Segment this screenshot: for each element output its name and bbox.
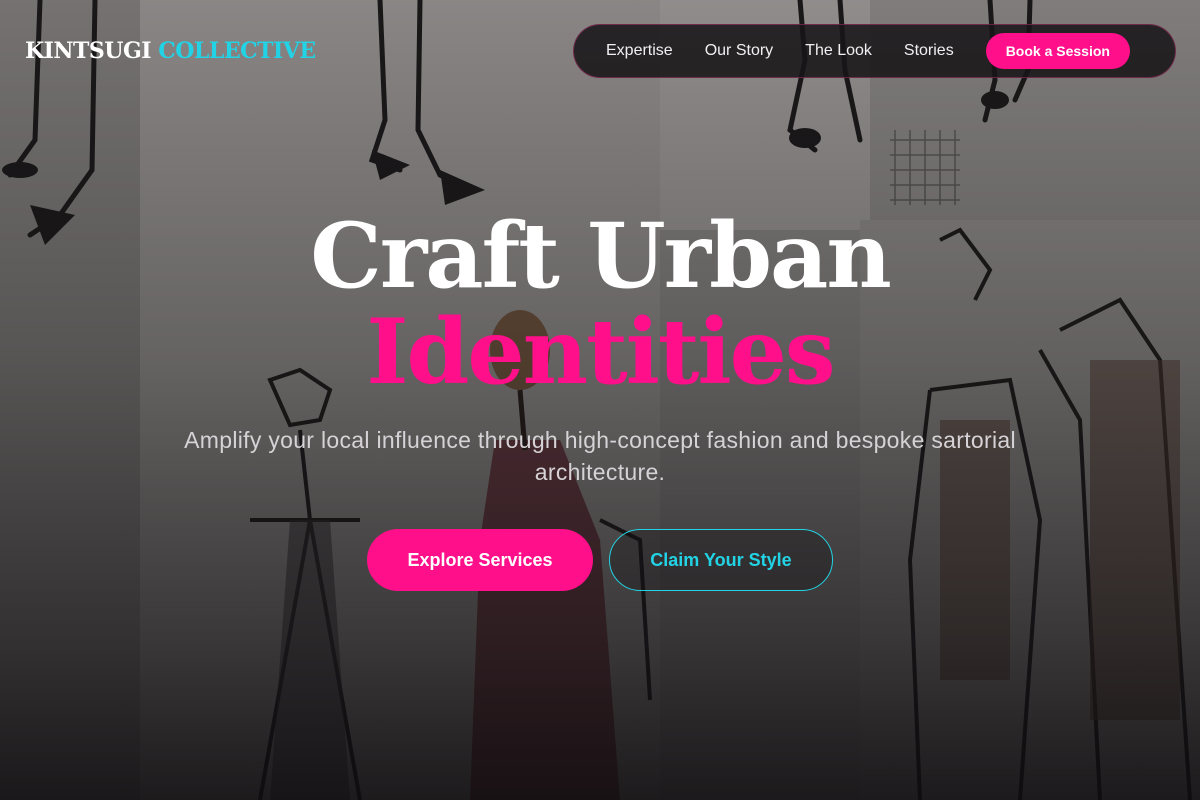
brand-logo-word-1: KINTSUGI bbox=[25, 38, 152, 64]
main-navigation: Expertise Our Story The Look Stories Boo… bbox=[573, 24, 1176, 78]
nav-link-stories[interactable]: Stories bbox=[904, 42, 954, 60]
brand-logo-word-2: COLLECTIVE bbox=[158, 38, 316, 64]
claim-your-style-button[interactable]: Claim Your Style bbox=[609, 529, 833, 591]
brand-logo[interactable]: KINTSUGI COLLECTIVE bbox=[25, 38, 316, 64]
nav-link-expertise[interactable]: Expertise bbox=[606, 42, 673, 60]
hero-headline-line-2: Identities bbox=[366, 299, 835, 405]
hero-headline: Craft Urban Identities bbox=[0, 208, 1200, 400]
explore-services-button[interactable]: Explore Services bbox=[367, 529, 593, 591]
hero-headline-line-1: Craft Urban bbox=[310, 203, 892, 309]
nav-link-our-story[interactable]: Our Story bbox=[705, 42, 773, 60]
hero-subtitle: Amplify your local influence through hig… bbox=[184, 427, 1016, 485]
book-session-button[interactable]: Book a Session bbox=[985, 33, 1130, 69]
nav-link-the-look[interactable]: The Look bbox=[805, 42, 872, 60]
